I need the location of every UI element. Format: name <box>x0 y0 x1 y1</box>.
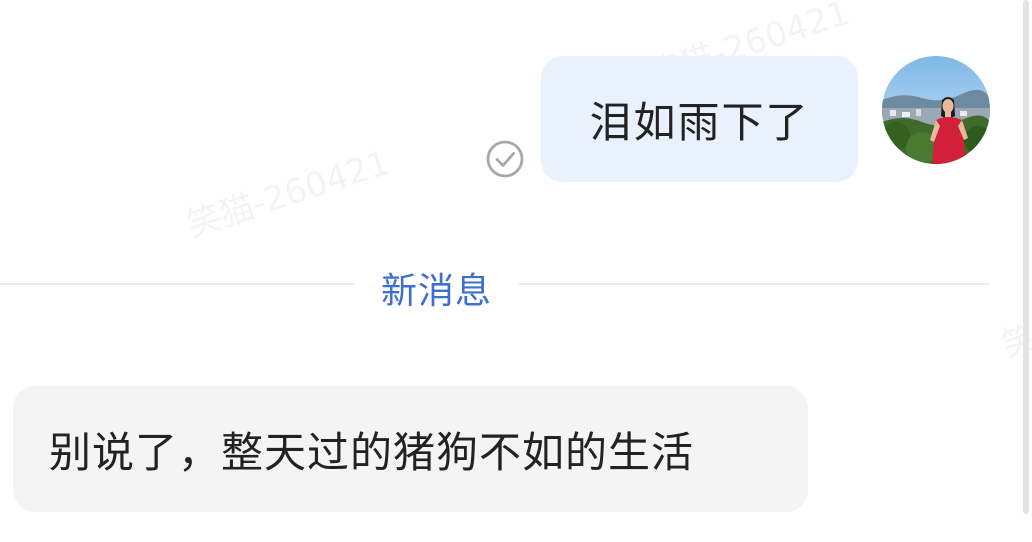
watermark-text: 笑猫-260421 <box>180 135 395 247</box>
incoming-message-text: 别说了，整天过的猪狗不如的生活 <box>49 427 695 477</box>
avatar[interactable] <box>882 56 990 164</box>
user-avatar-image <box>882 56 990 164</box>
scrollbar[interactable] <box>1023 0 1029 514</box>
read-check-icon <box>485 139 525 179</box>
divider-line-right <box>519 283 989 285</box>
incoming-message-bubble[interactable]: 别说了，整天过的猪狗不如的生活 <box>13 386 808 512</box>
outgoing-message-text: 泪如雨下了 <box>589 97 810 147</box>
outgoing-message-bubble[interactable]: 泪如雨下了 <box>541 56 858 182</box>
divider-line-left <box>0 283 354 285</box>
new-messages-divider-label: 新消息 <box>380 271 492 312</box>
